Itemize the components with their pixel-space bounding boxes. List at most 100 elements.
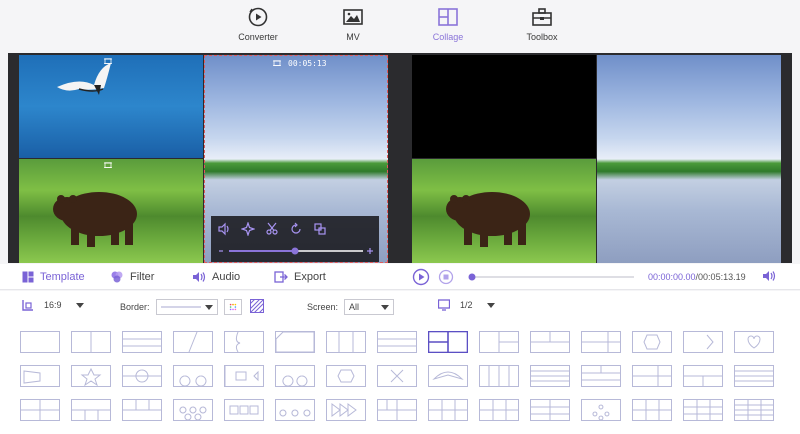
collage-template-option[interactable] — [683, 365, 723, 387]
collage-template-option[interactable] — [71, 365, 111, 387]
collage-template-option[interactable] — [581, 365, 621, 387]
aspect-ratio-value: 16:9 — [44, 300, 62, 310]
bottom-tabs-bar: Template Filter Audio Export 00:00:00.00… — [0, 264, 800, 290]
screen-label: Screen: — [307, 302, 339, 312]
nav-toolbox[interactable]: Toolbox — [502, 6, 582, 42]
nav-collage-label: Collage — [432, 32, 464, 42]
collage-icon — [438, 8, 458, 26]
mv-icon — [343, 9, 363, 25]
collage-preview: 🎞 🎞 🎞 00:05:13 — [8, 53, 792, 263]
collage-template-option[interactable] — [71, 331, 111, 353]
rotate-icon[interactable] — [289, 222, 303, 236]
screen-control: Screen: All — [307, 299, 395, 315]
collage-template-option[interactable] — [581, 399, 621, 421]
collage-template-option[interactable] — [275, 365, 315, 387]
collage-template-option[interactable] — [581, 331, 621, 353]
collage-template-option[interactable] — [275, 399, 315, 421]
tab-audio[interactable]: Audio — [192, 271, 240, 283]
collage-template-option[interactable] — [632, 331, 672, 353]
play-icon[interactable] — [412, 268, 430, 286]
current-time: 00:00:00.00 — [648, 272, 696, 282]
monitor-icon — [438, 299, 450, 311]
collage-template-option[interactable] — [122, 331, 162, 353]
collage-template-option[interactable] — [479, 399, 519, 421]
crop-icon[interactable] — [313, 222, 327, 236]
cell-duration: 00:05:13 — [288, 59, 327, 68]
collage-template-option[interactable] — [20, 365, 60, 387]
screen-select[interactable]: All — [344, 299, 395, 315]
volume-icon[interactable] — [217, 222, 231, 236]
collage-template-option[interactable] — [428, 331, 468, 353]
volume-slider[interactable] — [217, 246, 373, 256]
collage-template-option[interactable] — [20, 399, 60, 421]
tab-audio-label: Audio — [212, 271, 241, 283]
playback-controls: 00:00:00.00/00:05:13.19 — [410, 266, 800, 288]
filter-icon — [111, 271, 123, 283]
collage-template-option[interactable] — [326, 365, 366, 387]
border-style-select[interactable] — [155, 299, 218, 315]
collage-template-option[interactable] — [479, 331, 519, 353]
collage-template-option[interactable] — [683, 331, 723, 353]
stop-icon[interactable] — [438, 269, 454, 285]
bear-image — [446, 192, 530, 247]
tab-filter-label: Filter — [130, 271, 155, 283]
collage-template-option[interactable] — [173, 331, 213, 353]
converter-icon — [248, 7, 268, 27]
top-navigation: Converter MV Collage Toolbox — [0, 0, 800, 52]
collage-template-option[interactable] — [428, 399, 468, 421]
chevron-down-icon — [75, 302, 84, 308]
nav-converter-label: Converter — [238, 32, 278, 42]
aspect-ratio-icon — [22, 300, 33, 311]
collage-template-option[interactable] — [683, 399, 723, 421]
border-pattern-button[interactable] — [249, 298, 264, 315]
aspect-ratio-control[interactable]: 16:9 — [22, 299, 84, 311]
collage-template-option[interactable] — [632, 365, 672, 387]
film-icon: 🎞 — [272, 59, 283, 68]
tab-template-label: Template — [40, 271, 85, 283]
nav-collage[interactable]: Collage — [408, 6, 488, 42]
page-control[interactable]: 1/2 — [438, 299, 495, 311]
collage-template-option[interactable] — [71, 399, 111, 421]
chevron-down-icon — [486, 302, 495, 308]
collage-template-option[interactable] — [224, 331, 264, 353]
collage-template-option[interactable] — [734, 399, 774, 421]
nav-mv[interactable]: MV — [313, 6, 393, 42]
collage-template-option[interactable] — [428, 365, 468, 387]
collage-template-option[interactable] — [224, 399, 264, 421]
collage-template-option[interactable] — [122, 399, 162, 421]
toolbox-icon — [532, 8, 552, 26]
collage-template-option[interactable] — [530, 365, 570, 387]
tab-template[interactable]: Template — [22, 271, 85, 283]
collage-template-option[interactable] — [734, 331, 774, 353]
collage-template-option[interactable] — [734, 365, 774, 387]
export-icon — [274, 271, 288, 283]
collage-template-option[interactable] — [632, 399, 672, 421]
collage-template-option[interactable] — [224, 365, 264, 387]
collage-template-option[interactable] — [173, 365, 213, 387]
collage-template-option[interactable] — [326, 399, 366, 421]
nav-converter[interactable]: Converter — [218, 6, 298, 42]
chevron-down-icon — [381, 304, 390, 310]
collage-template-option[interactable] — [377, 365, 417, 387]
output-cell-lake — [597, 55, 781, 263]
collage-template-option[interactable] — [530, 399, 570, 421]
border-color-button[interactable] — [223, 299, 242, 315]
collage-template-option[interactable] — [377, 331, 417, 353]
collage-template-option[interactable] — [377, 399, 417, 421]
audio-icon — [193, 272, 206, 282]
collage-template-option[interactable] — [20, 331, 60, 353]
collage-cell-bird[interactable]: 🎞 — [19, 55, 203, 158]
collage-template-option[interactable] — [275, 331, 315, 353]
collage-template-option[interactable] — [173, 399, 213, 421]
tab-filter[interactable]: Filter — [110, 271, 154, 283]
collage-template-option[interactable] — [530, 331, 570, 353]
collage-cell-bear[interactable]: 🎞 — [19, 159, 203, 263]
volume-icon[interactable] — [762, 270, 776, 282]
tab-export[interactable]: Export — [274, 271, 326, 283]
collage-template-option[interactable] — [479, 365, 519, 387]
collage-template-option[interactable] — [122, 365, 162, 387]
effect-icon[interactable] — [240, 221, 256, 237]
collage-template-option[interactable] — [326, 331, 366, 353]
playback-progress-bar[interactable] — [468, 272, 638, 282]
scissors-icon[interactable] — [265, 222, 279, 236]
